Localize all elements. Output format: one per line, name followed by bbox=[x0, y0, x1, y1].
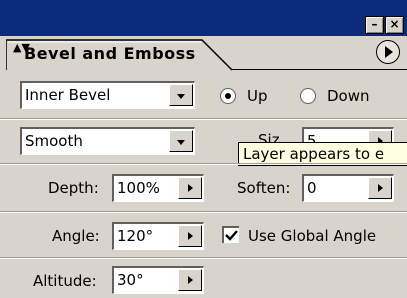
direction-down-radio[interactable] bbox=[300, 88, 316, 104]
style-select[interactable]: Inner Bevel bbox=[20, 81, 195, 109]
angle-label: Angle: bbox=[52, 227, 100, 245]
slider-arrow-icon[interactable] bbox=[178, 269, 202, 291]
direction-up-label: Up bbox=[247, 87, 268, 105]
chevron-down-icon[interactable] bbox=[169, 130, 193, 152]
altitude-label: Altitude: bbox=[33, 272, 97, 290]
direction-up-radio[interactable] bbox=[220, 88, 236, 104]
technique-select[interactable]: Smooth bbox=[20, 127, 195, 155]
soften-value: 0 bbox=[307, 179, 317, 197]
angle-value: 120° bbox=[117, 227, 154, 245]
close-icon: × bbox=[389, 17, 400, 31]
direction-down-label: Down bbox=[327, 87, 370, 105]
soften-input[interactable]: 0 bbox=[302, 174, 394, 202]
depth-input[interactable]: 100% bbox=[112, 174, 204, 202]
palette-menu-button[interactable] bbox=[376, 40, 400, 64]
altitude-value: 30° bbox=[117, 271, 144, 289]
minimize-icon: – bbox=[371, 17, 378, 31]
soften-label: Soften: bbox=[237, 179, 291, 197]
slider-arrow-icon[interactable] bbox=[368, 177, 392, 199]
palette-titlebar[interactable]: – × bbox=[0, 0, 407, 36]
angle-input[interactable]: 120° bbox=[112, 222, 204, 250]
style-value: Inner Bevel bbox=[25, 86, 111, 104]
technique-value: Smooth bbox=[25, 132, 83, 150]
slider-arrow-icon[interactable] bbox=[178, 177, 202, 199]
use-global-angle-label: Use Global Angle bbox=[248, 227, 377, 245]
checkmark-icon bbox=[225, 230, 238, 241]
depth-label: Depth: bbox=[48, 179, 99, 197]
tab-bevel-and-emboss[interactable]: ▲▼ Bevel and Emboss bbox=[6, 38, 238, 71]
minimize-button[interactable]: – bbox=[365, 16, 384, 34]
use-global-angle-checkbox[interactable] bbox=[222, 226, 239, 243]
tab-title: Bevel and Emboss bbox=[24, 44, 196, 63]
depth-value: 100% bbox=[117, 179, 160, 197]
altitude-input[interactable]: 30° bbox=[112, 266, 204, 294]
slider-arrow-icon[interactable] bbox=[178, 225, 202, 247]
close-button[interactable]: × bbox=[385, 16, 404, 34]
chevron-down-icon[interactable] bbox=[169, 84, 193, 106]
